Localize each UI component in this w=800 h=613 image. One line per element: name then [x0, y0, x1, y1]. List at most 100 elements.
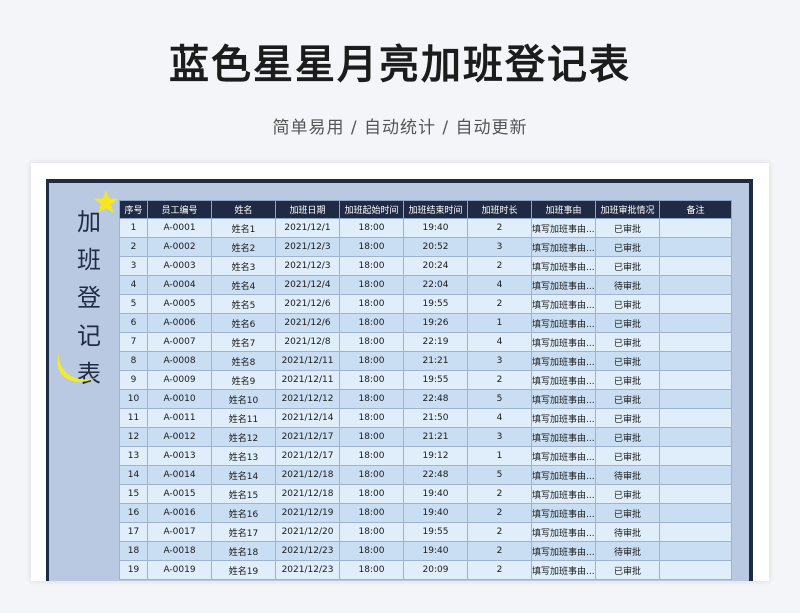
- table-cell[interactable]: 19:40: [403, 541, 468, 561]
- table-cell[interactable]: [659, 389, 732, 409]
- table-cell[interactable]: 已审批: [595, 237, 660, 257]
- table-cell[interactable]: 2021/12/18: [275, 465, 340, 485]
- table-cell[interactable]: 填写加班事由.....: [531, 275, 596, 295]
- table-cell[interactable]: 填写加班事由.....: [531, 237, 596, 257]
- table-cell[interactable]: [659, 560, 732, 580]
- table-cell[interactable]: 21:21: [403, 351, 468, 371]
- table-cell[interactable]: 6: [119, 313, 148, 333]
- table-cell[interactable]: 填写加班事由.....: [531, 541, 596, 561]
- table-cell[interactable]: 4: [467, 332, 532, 352]
- table-cell[interactable]: 2021/12/23: [275, 541, 340, 561]
- table-cell[interactable]: A-0009: [147, 370, 212, 390]
- table-cell[interactable]: 待审批: [595, 541, 660, 561]
- table-cell[interactable]: 姓名12: [211, 427, 276, 447]
- table-cell[interactable]: 19:40: [403, 484, 468, 504]
- table-cell[interactable]: 2: [467, 503, 532, 523]
- table-cell[interactable]: 2021/12/12: [275, 389, 340, 409]
- table-cell[interactable]: A-0004: [147, 275, 212, 295]
- table-cell[interactable]: 2021/12/6: [275, 294, 340, 314]
- table-cell[interactable]: 2021/12/3: [275, 237, 340, 257]
- table-cell[interactable]: [659, 294, 732, 314]
- table-cell[interactable]: 姓名8: [211, 351, 276, 371]
- table-cell[interactable]: 2021/12/4: [275, 275, 340, 295]
- table-cell[interactable]: 填写加班事由.....: [531, 427, 596, 447]
- table-cell[interactable]: 填写加班事由.....: [531, 446, 596, 466]
- table-cell[interactable]: 3: [467, 237, 532, 257]
- table-cell[interactable]: 已审批: [595, 446, 660, 466]
- table-cell[interactable]: 18:00: [339, 332, 404, 352]
- table-cell[interactable]: 姓名19: [211, 560, 276, 580]
- table-cell[interactable]: 姓名3: [211, 256, 276, 276]
- table-cell[interactable]: [659, 332, 732, 352]
- table-cell[interactable]: 2021/12/20: [275, 522, 340, 542]
- table-cell[interactable]: 姓名16: [211, 503, 276, 523]
- table-cell[interactable]: 姓名6: [211, 313, 276, 333]
- table-cell[interactable]: 22:48: [403, 465, 468, 485]
- table-cell[interactable]: 已审批: [595, 313, 660, 333]
- table-cell[interactable]: 18:00: [339, 446, 404, 466]
- table-cell[interactable]: 4: [467, 408, 532, 428]
- table-cell[interactable]: 姓名11: [211, 408, 276, 428]
- table-cell[interactable]: [659, 503, 732, 523]
- table-cell[interactable]: 10: [119, 389, 148, 409]
- table-cell[interactable]: 19:55: [403, 370, 468, 390]
- table-cell[interactable]: 填写加班事由.....: [531, 484, 596, 504]
- table-cell[interactable]: 3: [467, 427, 532, 447]
- table-cell[interactable]: 已审批: [595, 408, 660, 428]
- table-cell[interactable]: 姓名4: [211, 275, 276, 295]
- table-cell[interactable]: 姓名17: [211, 522, 276, 542]
- table-cell[interactable]: 2021/12/18: [275, 484, 340, 504]
- table-cell[interactable]: 2: [467, 294, 532, 314]
- table-cell[interactable]: [659, 370, 732, 390]
- table-cell[interactable]: 已审批: [595, 294, 660, 314]
- table-cell[interactable]: 7: [119, 332, 148, 352]
- table-cell[interactable]: 19:40: [403, 503, 468, 523]
- table-cell[interactable]: A-0014: [147, 465, 212, 485]
- table-cell[interactable]: 2021/12/1: [275, 218, 340, 238]
- table-cell[interactable]: 2021/12/3: [275, 256, 340, 276]
- table-cell[interactable]: A-0002: [147, 237, 212, 257]
- table-cell[interactable]: [659, 484, 732, 504]
- table-cell[interactable]: [659, 427, 732, 447]
- table-cell[interactable]: 2021/12/8: [275, 332, 340, 352]
- table-cell[interactable]: 3: [119, 256, 148, 276]
- table-cell[interactable]: 2: [467, 218, 532, 238]
- table-cell[interactable]: 12: [119, 427, 148, 447]
- table-cell[interactable]: 2021/12/19: [275, 503, 340, 523]
- table-cell[interactable]: 待审批: [595, 275, 660, 295]
- table-cell[interactable]: 14: [119, 465, 148, 485]
- table-cell[interactable]: A-0008: [147, 351, 212, 371]
- table-cell[interactable]: 2021/12/11: [275, 351, 340, 371]
- table-cell[interactable]: 17: [119, 522, 148, 542]
- table-cell[interactable]: 18:00: [339, 256, 404, 276]
- table-cell[interactable]: [659, 237, 732, 257]
- table-cell[interactable]: [659, 351, 732, 371]
- table-cell[interactable]: 已审批: [595, 427, 660, 447]
- table-cell[interactable]: 2: [467, 560, 532, 580]
- table-cell[interactable]: 已审批: [595, 370, 660, 390]
- table-cell[interactable]: 2: [467, 484, 532, 504]
- table-cell[interactable]: 填写加班事由.....: [531, 503, 596, 523]
- table-cell[interactable]: 20:52: [403, 237, 468, 257]
- table-cell[interactable]: A-0019: [147, 560, 212, 580]
- table-cell[interactable]: 8: [119, 351, 148, 371]
- table-cell[interactable]: 姓名9: [211, 370, 276, 390]
- table-cell[interactable]: 18:00: [339, 294, 404, 314]
- table-cell[interactable]: 2: [467, 522, 532, 542]
- table-cell[interactable]: 2: [467, 256, 532, 276]
- table-cell[interactable]: 20:09: [403, 560, 468, 580]
- table-cell[interactable]: A-0010: [147, 389, 212, 409]
- table-cell[interactable]: 15: [119, 484, 148, 504]
- table-cell[interactable]: 2021/12/17: [275, 446, 340, 466]
- table-cell[interactable]: 姓名18: [211, 541, 276, 561]
- table-cell[interactable]: 姓名2: [211, 237, 276, 257]
- table-cell[interactable]: [659, 408, 732, 428]
- table-cell[interactable]: 填写加班事由.....: [531, 256, 596, 276]
- table-cell[interactable]: 已审批: [595, 332, 660, 352]
- table-cell[interactable]: 18:00: [339, 237, 404, 257]
- table-cell[interactable]: 姓名7: [211, 332, 276, 352]
- table-cell[interactable]: 9: [119, 370, 148, 390]
- table-cell[interactable]: 19:55: [403, 522, 468, 542]
- table-cell[interactable]: 填写加班事由.....: [531, 218, 596, 238]
- table-cell[interactable]: [659, 522, 732, 542]
